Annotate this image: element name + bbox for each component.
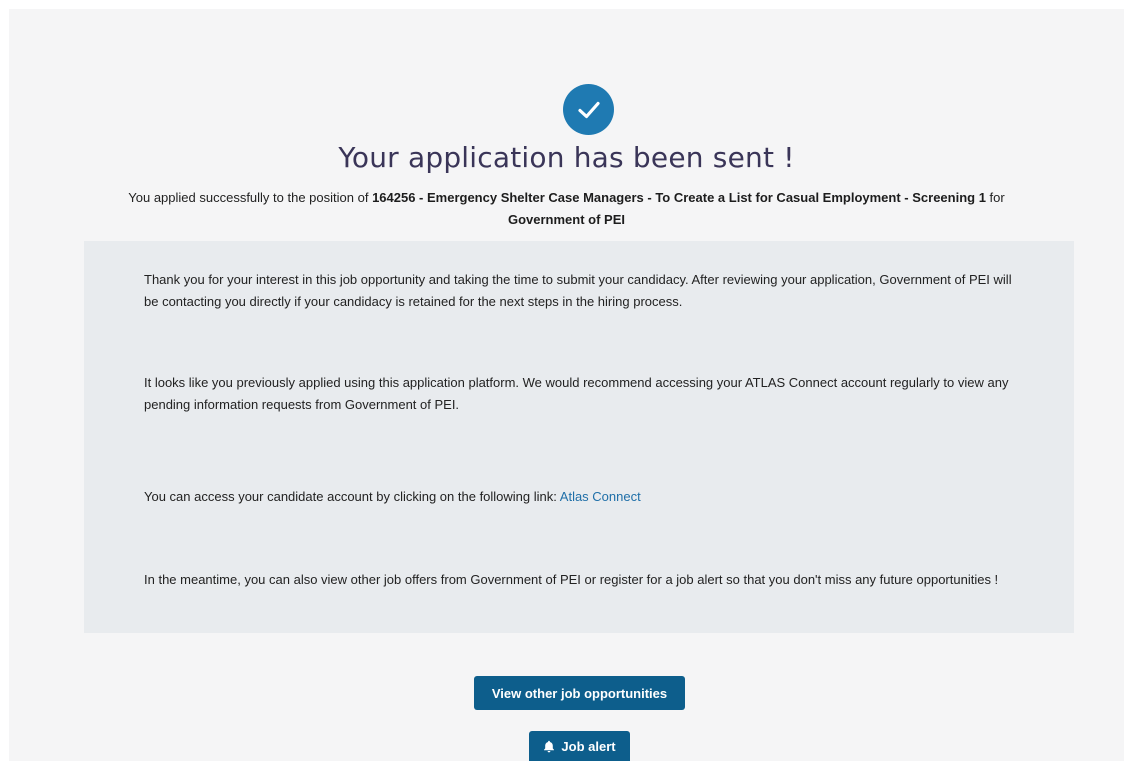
- view-other-jobs-button[interactable]: View other job opportunities: [474, 676, 685, 710]
- summary-middle: for: [985, 190, 1005, 205]
- confirmation-page: Your application has been sent ! You app…: [9, 9, 1124, 761]
- employer-name: Government of PEI: [507, 212, 626, 227]
- view-other-jobs-label: View other job opportunities: [491, 685, 668, 701]
- info-panel: Thank you for your interest in this job …: [84, 241, 1074, 633]
- summary-prefix: You applied successfully to the position…: [128, 190, 373, 205]
- account-link-prefix: You can access your candidate account by…: [144, 489, 560, 504]
- page-title: Your application has been sent !: [338, 141, 795, 174]
- meantime-paragraph: In the meantime, you can also view other…: [144, 572, 999, 587]
- bell-icon: [543, 740, 555, 753]
- application-summary: You applied successfully to the position…: [79, 187, 1054, 231]
- atlas-connect-link[interactable]: Atlas Connect: [560, 489, 641, 504]
- thank-you-paragraph: Thank you for your interest in this job …: [144, 272, 1012, 309]
- check-circle-icon: [563, 84, 614, 135]
- account-link-paragraph: You can access your candidate account by…: [144, 486, 1024, 508]
- previous-application-paragraph: It looks like you previously applied usi…: [144, 375, 1009, 412]
- job-alert-button[interactable]: Job alert: [529, 731, 630, 761]
- position-name: 164256 - Emergency Shelter Case Managers…: [372, 190, 986, 205]
- job-alert-label: Job alert: [561, 738, 616, 754]
